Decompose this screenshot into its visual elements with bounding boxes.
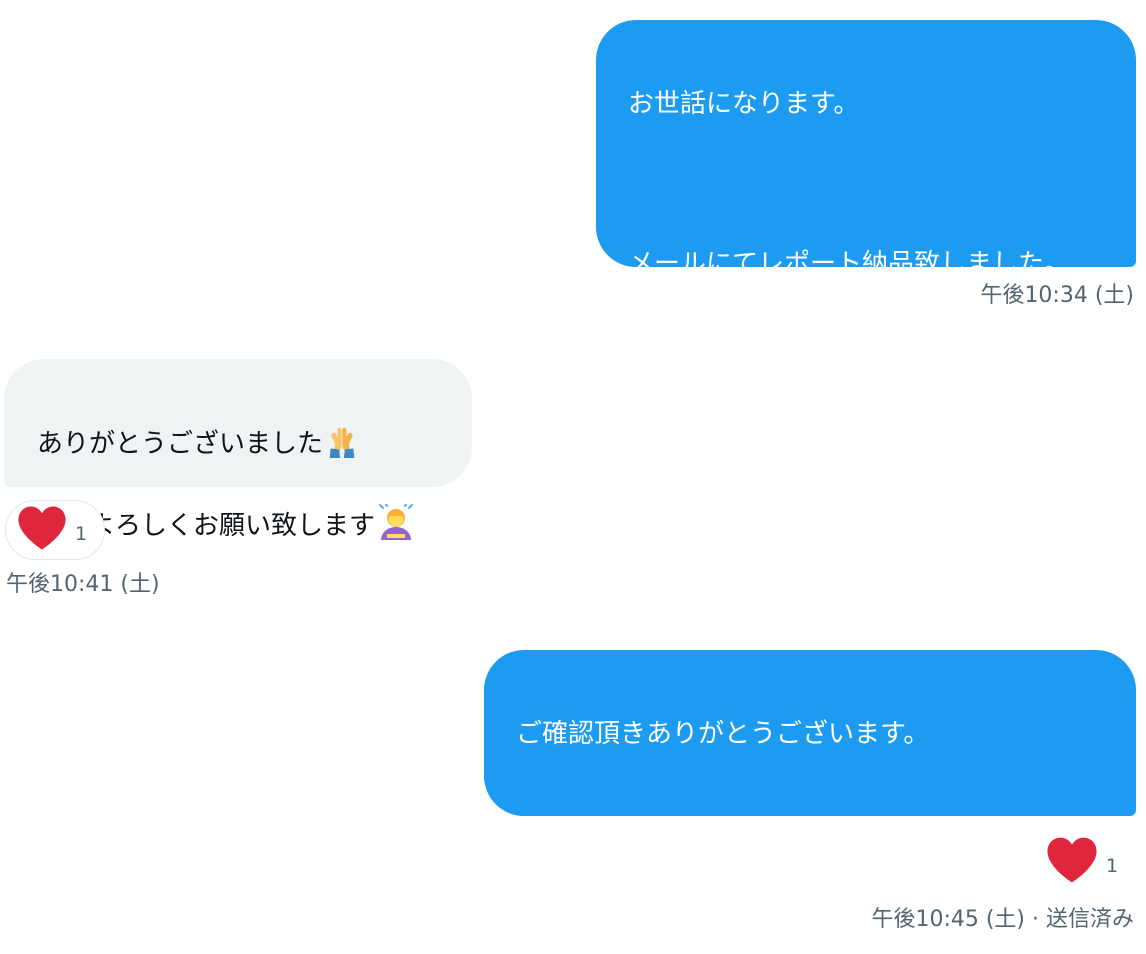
reaction-count: 1 (1106, 855, 1119, 877)
heart-icon (1046, 836, 1098, 888)
message-text-line: メールにてレポート納品致しました。 (628, 249, 1071, 279)
heart-reaction[interactable]: 1 (1044, 836, 1124, 888)
heart-icon (17, 505, 67, 555)
message-text-line: ありがとうございました (37, 429, 324, 459)
message-timestamp: 午後10:41 (土) (6, 572, 160, 597)
heart-reaction[interactable]: 1 (5, 500, 105, 560)
person-bowing-icon (377, 503, 417, 552)
message-bubble-outgoing[interactable]: お世話になります。 メールにてレポート納品致しました。 以上、よろしくお願い申し… (596, 20, 1136, 439)
message-bubble-outgoing[interactable]: ご確認頂きありがとうございます。 今後ともどうぞよろしくお願い申し上げます。 (484, 650, 1136, 909)
message-timestamp-status: 午後10:45 (土) · 送信済み (871, 907, 1134, 932)
message-text-line: お世話になります。 (628, 89, 860, 119)
reaction-count: 1 (75, 523, 88, 545)
message-timestamp: 午後10:34 (土) (980, 283, 1134, 308)
folded-hands-icon (325, 424, 359, 470)
message-bubble-incoming[interactable]: ありがとうございました またよろしくお願い致します (4, 359, 472, 541)
message-text-line-row: ありがとうございました (37, 424, 448, 464)
message-text-line: 以上、よろしくお願い申し上げます。 (628, 409, 1068, 439)
message-text-line: ご確認頂きありがとうございます。 (516, 719, 930, 749)
